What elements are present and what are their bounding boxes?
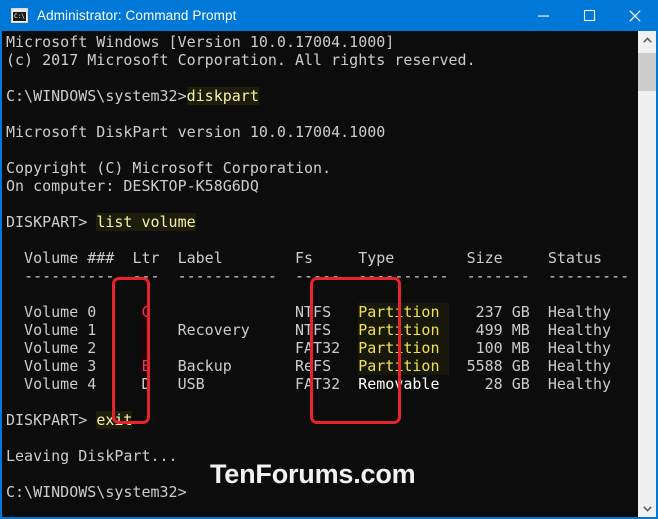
console-line: Volume 4 D USB FAT32 Removable 28 GB Hea… <box>6 375 638 393</box>
console-segment: Volume 0 <box>6 303 142 321</box>
console-line: ---------- --- ----------- ----- -------… <box>6 267 656 285</box>
console-segment: (c) 2017 Microsoft Corporation. All righ… <box>6 51 476 69</box>
console-line: C:\WINDOWS\system32>diskpart <box>6 87 638 105</box>
minimize-button[interactable] <box>520 0 566 31</box>
console-line: DISKPART> exit <box>6 411 638 429</box>
console-segment-type-hl: Partition <box>358 321 449 339</box>
scrollbar-track[interactable] <box>638 49 656 499</box>
console-segment: C:\WINDOWS\system32> <box>6 483 187 501</box>
console-segment: 237 GB Healthy Boot <box>475 303 656 321</box>
console-segment: USB FAT32 <box>150 375 359 393</box>
console-segment-cmd: list volume <box>96 213 196 231</box>
scroll-down-arrow-icon[interactable] <box>638 499 656 517</box>
console-line: Volume 2 FAT32 Partition 100 MB Healthy … <box>6 339 656 357</box>
console-segment: Volume 3 <box>6 357 142 375</box>
console-segment: Microsoft Windows [Version 10.0.17004.10… <box>6 33 395 51</box>
console-segment: Backup ReFS <box>150 357 359 375</box>
console-segment-ltr-plain <box>141 321 151 339</box>
console-segment-ltr-plain <box>141 339 151 357</box>
console-segment: DISKPART> <box>6 213 97 231</box>
command-prompt-window: C:\. Administrator: Command Prompt Micro… <box>0 0 658 519</box>
console-segment: Copyright (C) Microsoft Corporation. <box>6 159 332 177</box>
console-segment: 499 MB Healthy Hidden <box>475 321 656 339</box>
console-segment: Volume ### <box>6 249 133 267</box>
window-title: Administrator: Command Prompt <box>37 8 237 23</box>
command-prompt-icon: C:\. <box>11 8 28 23</box>
console-segment: FAT32 <box>150 339 359 357</box>
console-segment-type-plain: Removable <box>358 375 449 393</box>
console-segment: Ltr <box>132 249 160 267</box>
console-segment: 28 GB Healthy <box>448 375 612 393</box>
console-segment-ltr-hl: E <box>141 357 151 375</box>
console-segment: ---------- <box>358 267 449 285</box>
console-segment: On computer: DESKTOP-K58G6DQ <box>6 177 259 195</box>
console-segment: Volume 1 <box>6 321 142 339</box>
console-segment-type-hl: Partition <box>358 357 449 375</box>
console-segment: Leaving DiskPart... <box>6 447 178 465</box>
console-line: Volume 0 C NTFS Partition 237 GB Healthy… <box>6 303 656 321</box>
console-segment: Volume 4 <box>6 375 142 393</box>
console-line: Copyright (C) Microsoft Corporation. <box>6 159 638 177</box>
console-segment: Volume 2 <box>6 339 142 357</box>
console-segment: Label Fs <box>159 249 359 267</box>
console-segment: 5588 GB Healthy <box>448 357 612 375</box>
console-segment: NTFS <box>150 303 359 321</box>
console-line: Microsoft DiskPart version 10.0.17004.10… <box>6 123 638 141</box>
console-segment-ltr-hl: C <box>141 303 151 321</box>
console-line: Microsoft Windows [Version 10.0.17004.10… <box>6 33 638 51</box>
maximize-button[interactable] <box>566 0 612 31</box>
console-segment: Size Status Info <box>394 249 656 267</box>
console-segment: D <box>141 375 151 393</box>
icon-screen-text: C:\. <box>13 12 26 21</box>
console-segment: Microsoft DiskPart version 10.0.17004.10… <box>6 123 386 141</box>
console-line: (c) 2017 Microsoft Corporation. All righ… <box>6 51 638 69</box>
console-segment-type-hl: Partition <box>358 339 449 357</box>
console-line: On computer: DESKTOP-K58G6DQ <box>6 177 638 195</box>
console-line: DISKPART> list volume <box>6 213 638 231</box>
console-line: Volume 1 Recovery NTFS Partition 499 MB … <box>6 321 656 339</box>
console-line: Volume ### Ltr Label Fs Type Size Status… <box>6 249 656 267</box>
console-segment: DISKPART> <box>6 411 97 429</box>
scroll-up-arrow-icon[interactable] <box>638 31 656 49</box>
console-segment: Type <box>358 249 395 267</box>
console-output: Microsoft Windows [Version 10.0.17004.10… <box>2 31 656 517</box>
scrollbar-thumb[interactable] <box>638 53 656 91</box>
console-segment: Recovery NTFS <box>150 321 359 339</box>
console-segment: --- <box>132 267 160 285</box>
console-segment: ---------- <box>6 267 133 285</box>
console-segment: 100 MB Healthy System <box>475 339 656 357</box>
close-button[interactable] <box>612 0 658 31</box>
console-line: Volume 3 E Backup ReFS Partition 5588 GB… <box>6 357 638 375</box>
console-segment: ----------- ----- <box>159 267 359 285</box>
window-titlebar[interactable]: C:\. Administrator: Command Prompt <box>0 0 658 31</box>
console-segment-cmd: exit <box>96 411 133 429</box>
console-segment: ------- --------- -------- <box>466 267 656 285</box>
watermark: TenForums.com <box>210 459 416 489</box>
console-surface[interactable]: Microsoft Windows [Version 10.0.17004.10… <box>2 31 656 517</box>
console-segment-cmd: diskpart <box>186 87 259 105</box>
console-frame: Microsoft Windows [Version 10.0.17004.10… <box>0 31 658 519</box>
console-segment-type-hl: Partition <box>358 303 449 321</box>
console-scrollbar[interactable] <box>638 31 656 517</box>
console-segment: C:\WINDOWS\system32> <box>6 87 187 105</box>
